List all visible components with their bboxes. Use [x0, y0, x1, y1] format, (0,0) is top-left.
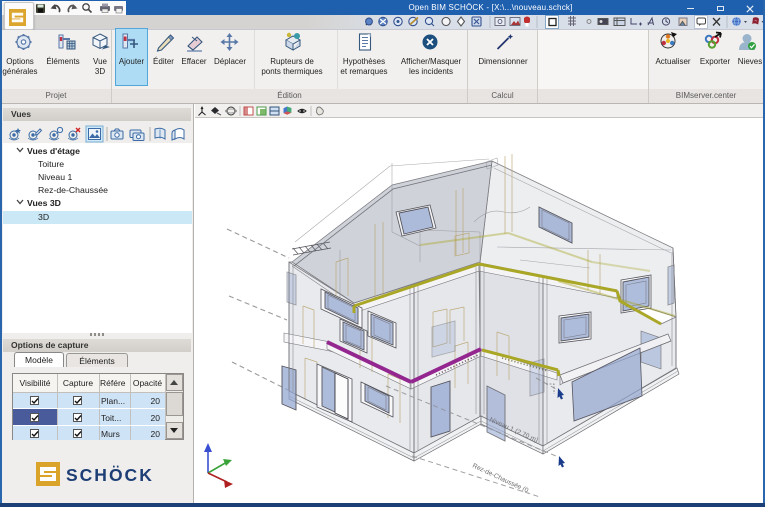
svg-text:Rez-de-Chaussée (0.: Rez-de-Chaussée (0.: [471, 462, 531, 495]
svg-text:SCHÖCK: SCHÖCK: [66, 465, 154, 485]
